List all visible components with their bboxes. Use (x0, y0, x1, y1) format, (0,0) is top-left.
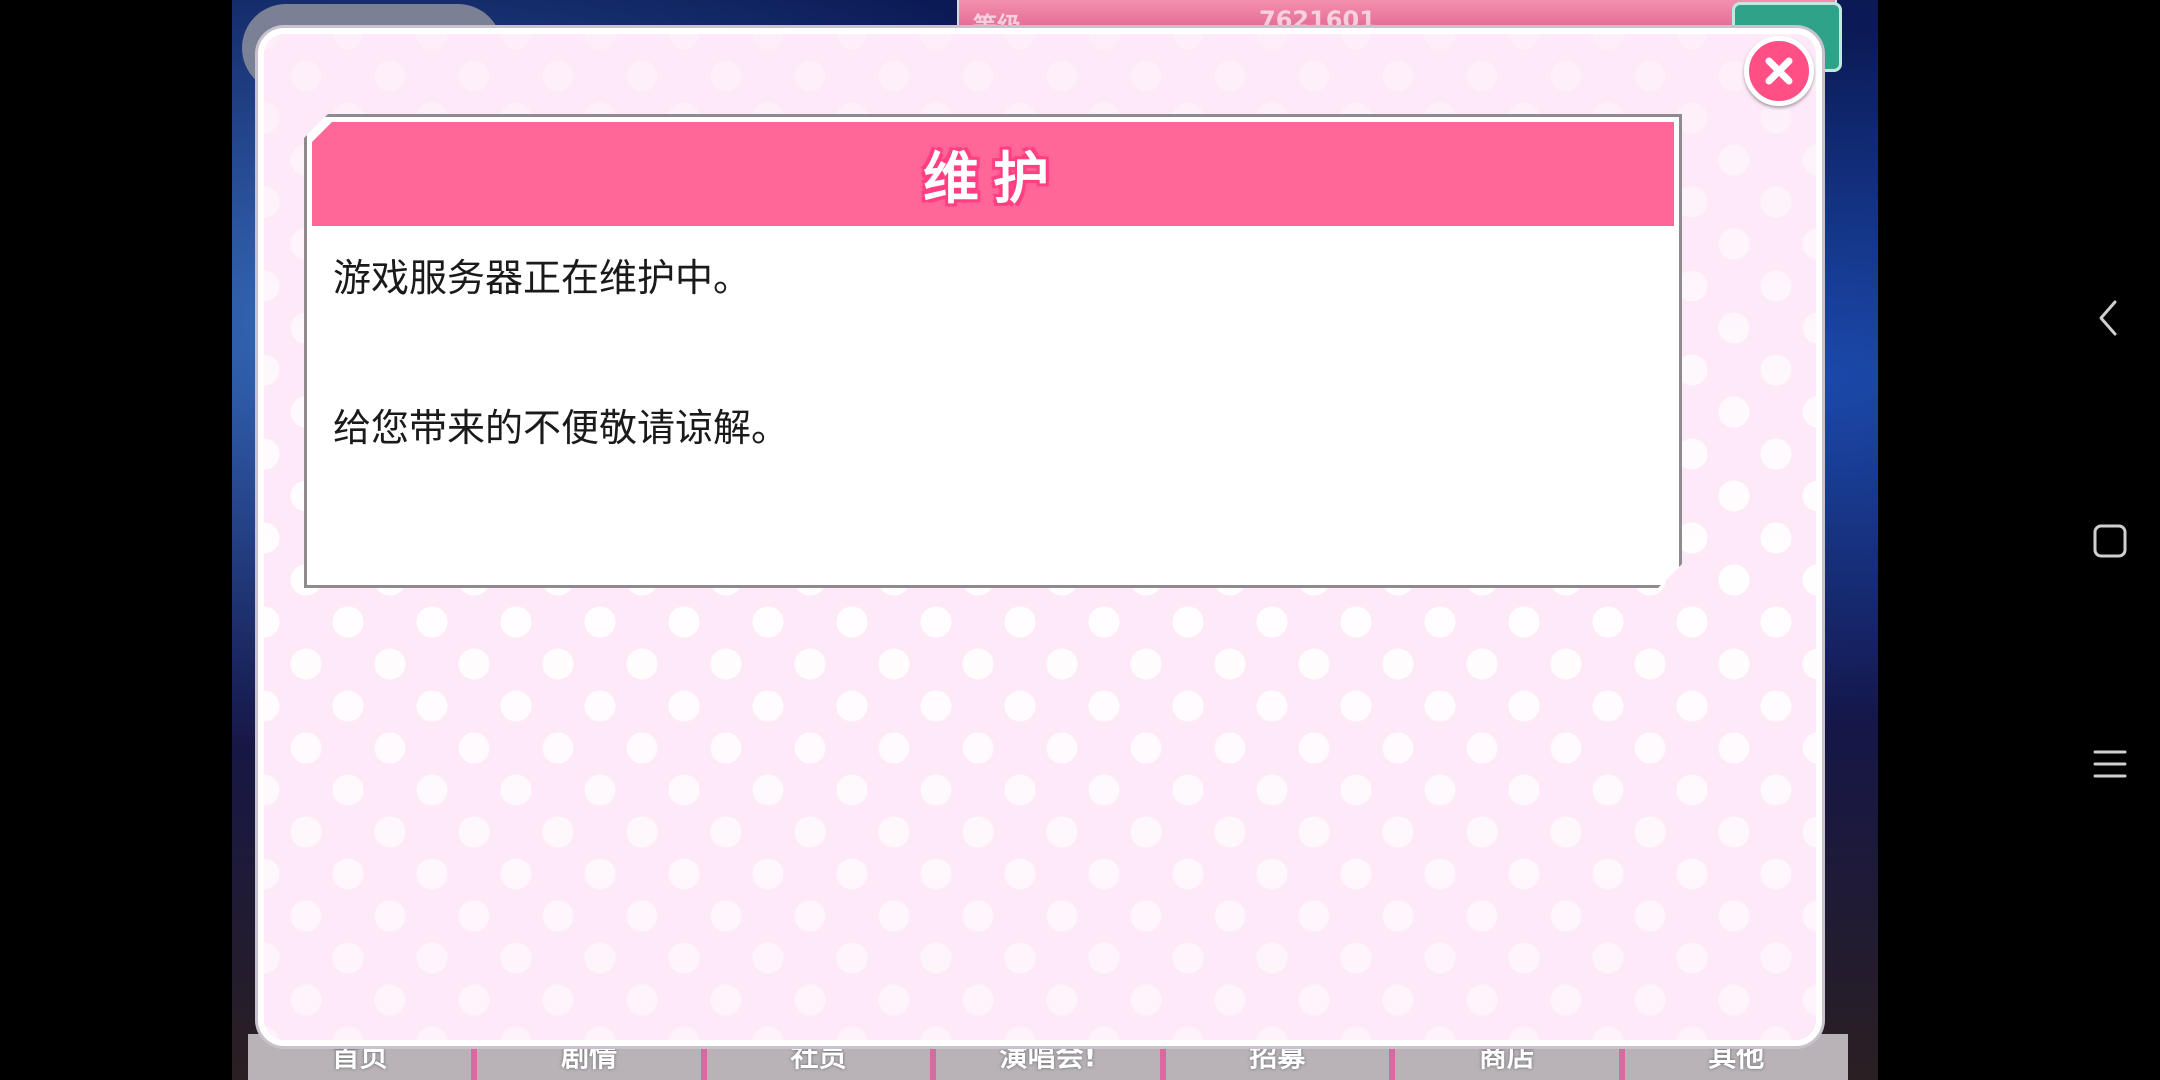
home-icon (2093, 524, 2127, 558)
maintenance-dialog: 维护 游戏服务器正在维护中。 给您带来的不便敬请谅解。 (258, 28, 1822, 1046)
notice-line-2: 给您带来的不便敬请谅解。 (333, 406, 790, 450)
dialog-title: 维护 (923, 146, 1063, 212)
close-button[interactable] (1744, 36, 1814, 106)
notice-header: 维护 (312, 122, 1674, 226)
menu-button[interactable] (2080, 734, 2140, 794)
back-button[interactable] (2080, 288, 2140, 348)
screen: 等级 7621601 42 首页 剧情 社员 演唱会! 招募 商店 其他 维护 … (0, 0, 2160, 1080)
notice-box: 维护 游戏服务器正在维护中。 给您带来的不便敬请谅解。 (304, 114, 1682, 588)
menu-icon (2093, 750, 2127, 778)
close-icon (1765, 57, 1793, 85)
notice-line-1: 游戏服务器正在维护中。 (333, 256, 752, 300)
system-nav-bar (2030, 0, 2160, 1080)
notice-body: 游戏服务器正在维护中。 给您带来的不便敬请谅解。 (333, 253, 1653, 453)
back-icon (2099, 300, 2117, 336)
home-button[interactable] (2080, 511, 2140, 571)
